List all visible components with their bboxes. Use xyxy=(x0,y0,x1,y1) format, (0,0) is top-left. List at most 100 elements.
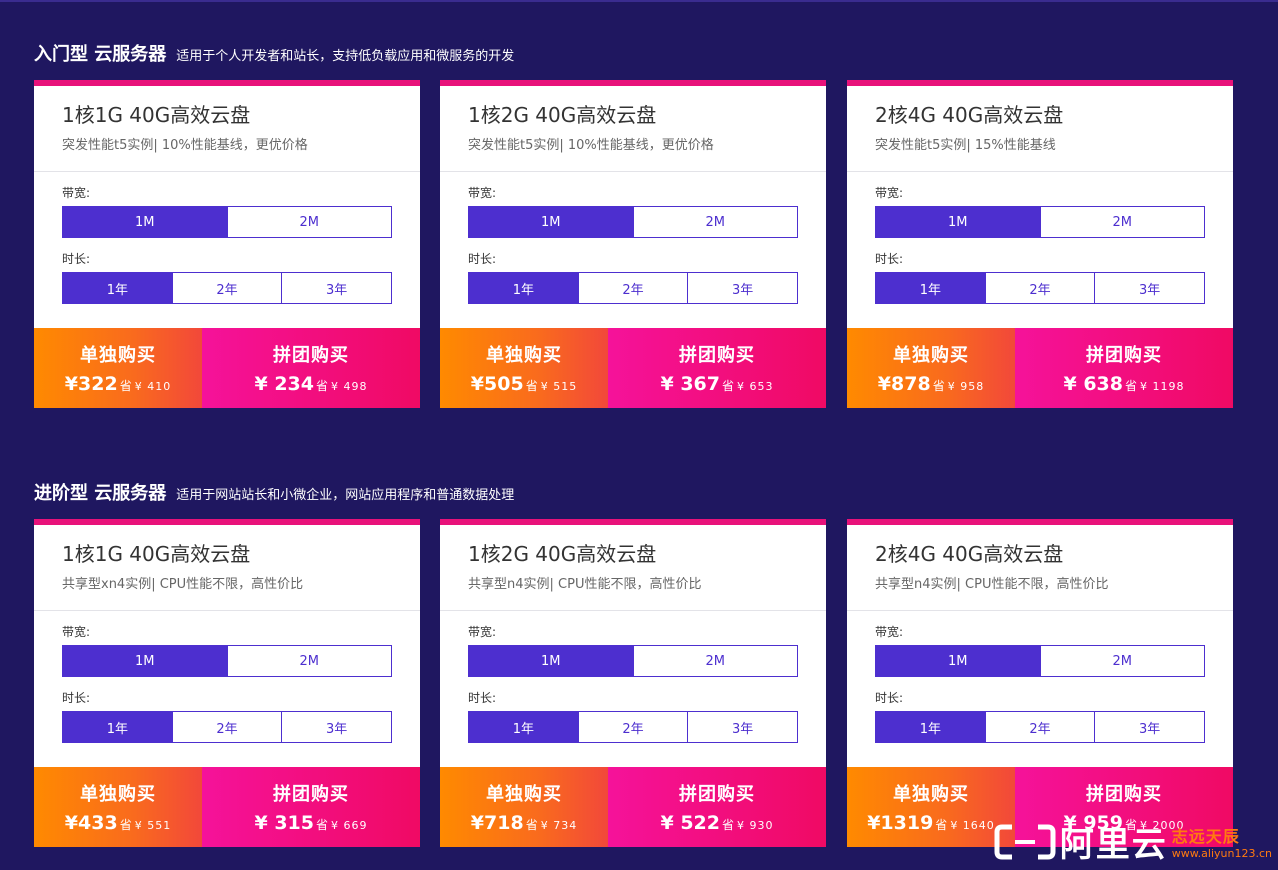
section-title: 进阶型 云服务器 xyxy=(34,483,167,504)
bandwidth-label: 带宽: xyxy=(468,625,497,639)
solo-buy-button[interactable]: 单独购买 ¥433 省 ¥ 551 xyxy=(34,767,202,847)
group-price-line: ¥ 367 省 ¥ 653 xyxy=(660,373,773,395)
group-save-prefix: 省 xyxy=(315,379,328,393)
buy-row: 单独购买 ¥505 省 ¥ 515 拼团购买 ¥ 367 省 ¥ 653 xyxy=(440,328,826,408)
solo-buy-button[interactable]: 单独购买 ¥322 省 ¥ 410 xyxy=(34,328,202,408)
solo-save-prefix: 省 xyxy=(935,818,948,832)
solo-original-price: ¥ 1640 xyxy=(950,819,995,832)
solo-price-line: ¥718 省 ¥ 734 xyxy=(471,812,577,834)
bandwidth-label: 带宽: xyxy=(875,186,904,200)
group-buy-label: 拼团购买 xyxy=(273,345,349,366)
bandwidth-option[interactable]: 1M xyxy=(876,646,1040,676)
group-buy-button[interactable]: 拼团购买 ¥ 315 省 ¥ 669 xyxy=(202,767,420,847)
duration-option[interactable]: 3年 xyxy=(687,712,798,742)
solo-price: ¥878 xyxy=(877,373,931,395)
solo-original-price: ¥ 551 xyxy=(134,819,172,832)
duration-option[interactable]: 1年 xyxy=(469,273,578,303)
solo-buy-label: 单独购买 xyxy=(486,784,562,805)
buy-row: 单独购买 ¥322 省 ¥ 410 拼团购买 ¥ 234 省 ¥ 498 xyxy=(34,328,420,408)
solo-buy-button[interactable]: 单独购买 ¥718 省 ¥ 734 xyxy=(440,767,608,847)
solo-save-prefix: 省 xyxy=(119,379,132,393)
watermark-cn: 志远天辰 xyxy=(1171,827,1240,846)
section-subtitle: 适用于网站站长和小微企业，网站应用程序和普通数据处理 xyxy=(176,488,515,503)
bandwidth-option[interactable]: 1M xyxy=(876,207,1040,237)
bandwidth-option[interactable]: 1M xyxy=(469,207,633,237)
duration-selector: 1年 2年 3年 xyxy=(875,711,1205,743)
group-original-price: ¥ 498 xyxy=(331,380,368,393)
group-price-line: ¥ 234 省 ¥ 498 xyxy=(254,373,367,395)
duration-label: 时长: xyxy=(62,252,91,266)
bandwidth-option[interactable]: 1M xyxy=(63,646,227,676)
bandwidth-selector: 1M 2M xyxy=(468,645,798,677)
bandwidth-option[interactable]: 2M xyxy=(632,207,797,237)
duration-selector: 1年 2年 3年 xyxy=(468,272,798,304)
bandwidth-selector: 1M 2M xyxy=(468,206,798,238)
bandwidth-option[interactable]: 2M xyxy=(226,207,391,237)
group-buy-label: 拼团购买 xyxy=(679,784,755,805)
bandwidth-selector: 1M 2M xyxy=(62,206,392,238)
duration-option[interactable]: 2年 xyxy=(577,273,688,303)
watermark-brand: 阿里云 xyxy=(1059,825,1168,865)
solo-price: ¥322 xyxy=(64,373,118,395)
bandwidth-option[interactable]: 1M xyxy=(63,207,227,237)
card-header: 1核1G 40G高效云盘 突发性能t5实例| 10%性能基线，更优价格 xyxy=(34,86,420,172)
duration-option[interactable]: 3年 xyxy=(687,273,798,303)
duration-label: 时长: xyxy=(468,252,497,266)
duration-option[interactable]: 3年 xyxy=(281,712,392,742)
group-buy-label: 拼团购买 xyxy=(1086,345,1162,366)
solo-original-price: ¥ 410 xyxy=(134,380,172,393)
bandwidth-label: 带宽: xyxy=(468,186,497,200)
duration-option[interactable]: 2年 xyxy=(984,273,1095,303)
group-buy-button[interactable]: 拼团购买 ¥ 522 省 ¥ 930 xyxy=(608,767,826,847)
duration-option[interactable]: 3年 xyxy=(1094,273,1205,303)
card-header: 1核2G 40G高效云盘 共享型n4实例| CPU性能不限，高性价比 xyxy=(440,525,826,611)
solo-buy-button[interactable]: 单独购买 ¥878 省 ¥ 958 xyxy=(847,328,1015,408)
duration-option[interactable]: 1年 xyxy=(63,712,172,742)
solo-buy-button[interactable]: 单独购买 ¥505 省 ¥ 515 xyxy=(440,328,608,408)
solo-price: ¥505 xyxy=(470,373,524,395)
duration-option[interactable]: 1年 xyxy=(63,273,172,303)
card-title: 1核1G 40G高效云盘 xyxy=(62,542,251,566)
card-title: 1核1G 40G高效云盘 xyxy=(62,103,251,127)
group-original-price: ¥ 653 xyxy=(737,380,774,393)
card-description: 共享型n4实例| CPU性能不限，高性价比 xyxy=(468,577,702,592)
bandwidth-label: 带宽: xyxy=(62,186,91,200)
bandwidth-option[interactable]: 2M xyxy=(226,646,391,676)
bandwidth-option[interactable]: 2M xyxy=(1039,207,1204,237)
duration-option[interactable]: 2年 xyxy=(984,712,1095,742)
bandwidth-option[interactable]: 1M xyxy=(469,646,633,676)
group-save-prefix: 省 xyxy=(315,818,328,832)
duration-option[interactable]: 1年 xyxy=(469,712,578,742)
card-description: 共享型xn4实例| CPU性能不限，高性价比 xyxy=(62,577,304,592)
group-buy-label: 拼团购买 xyxy=(679,345,755,366)
plan-card: 1核1G 40G高效云盘 突发性能t5实例| 10%性能基线，更优价格 带宽: … xyxy=(34,80,420,408)
duration-option[interactable]: 2年 xyxy=(171,712,282,742)
solo-price: ¥1319 xyxy=(867,812,934,834)
card-description: 共享型n4实例| CPU性能不限，高性价比 xyxy=(875,577,1109,592)
duration-option[interactable]: 3年 xyxy=(281,273,392,303)
card-header: 2核4G 40G高效云盘 共享型n4实例| CPU性能不限，高性价比 xyxy=(847,525,1233,611)
duration-label: 时长: xyxy=(875,691,904,705)
duration-option[interactable]: 2年 xyxy=(171,273,282,303)
duration-option[interactable]: 2年 xyxy=(577,712,688,742)
group-buy-button[interactable]: 拼团购买 ¥ 367 省 ¥ 653 xyxy=(608,328,826,408)
solo-buy-button[interactable]: 单独购买 ¥1319 省 ¥ 1640 xyxy=(847,767,1015,847)
duration-label: 时长: xyxy=(875,252,904,266)
group-price-line: ¥ 638 省 ¥ 1198 xyxy=(1063,373,1184,395)
group-buy-button[interactable]: 拼团购买 ¥ 234 省 ¥ 498 xyxy=(202,328,420,408)
card-header: 2核4G 40G高效云盘 突发性能t5实例| 15%性能基线 xyxy=(847,86,1233,172)
plan-card: 1核1G 40G高效云盘 共享型xn4实例| CPU性能不限，高性价比 带宽: … xyxy=(34,519,420,847)
group-buy-button[interactable]: 拼团购买 ¥ 638 省 ¥ 1198 xyxy=(1015,328,1233,408)
plan-card: 2核4G 40G高效云盘 共享型n4实例| CPU性能不限，高性价比 带宽: 1… xyxy=(847,519,1233,847)
bandwidth-option[interactable]: 2M xyxy=(1039,646,1204,676)
section-header: 进阶型 云服务器 适用于网站站长和小微企业，网站应用程序和普通数据处理 xyxy=(34,481,514,505)
group-price: ¥ 638 xyxy=(1063,373,1123,395)
bandwidth-label: 带宽: xyxy=(62,625,91,639)
bandwidth-option[interactable]: 2M xyxy=(632,646,797,676)
duration-option[interactable]: 1年 xyxy=(876,712,985,742)
buy-row: 单独购买 ¥433 省 ¥ 551 拼团购买 ¥ 315 省 ¥ 669 xyxy=(34,767,420,847)
duration-option[interactable]: 3年 xyxy=(1094,712,1205,742)
bandwidth-selector: 1M 2M xyxy=(875,206,1205,238)
duration-option[interactable]: 1年 xyxy=(876,273,985,303)
group-price: ¥ 315 xyxy=(254,812,314,834)
